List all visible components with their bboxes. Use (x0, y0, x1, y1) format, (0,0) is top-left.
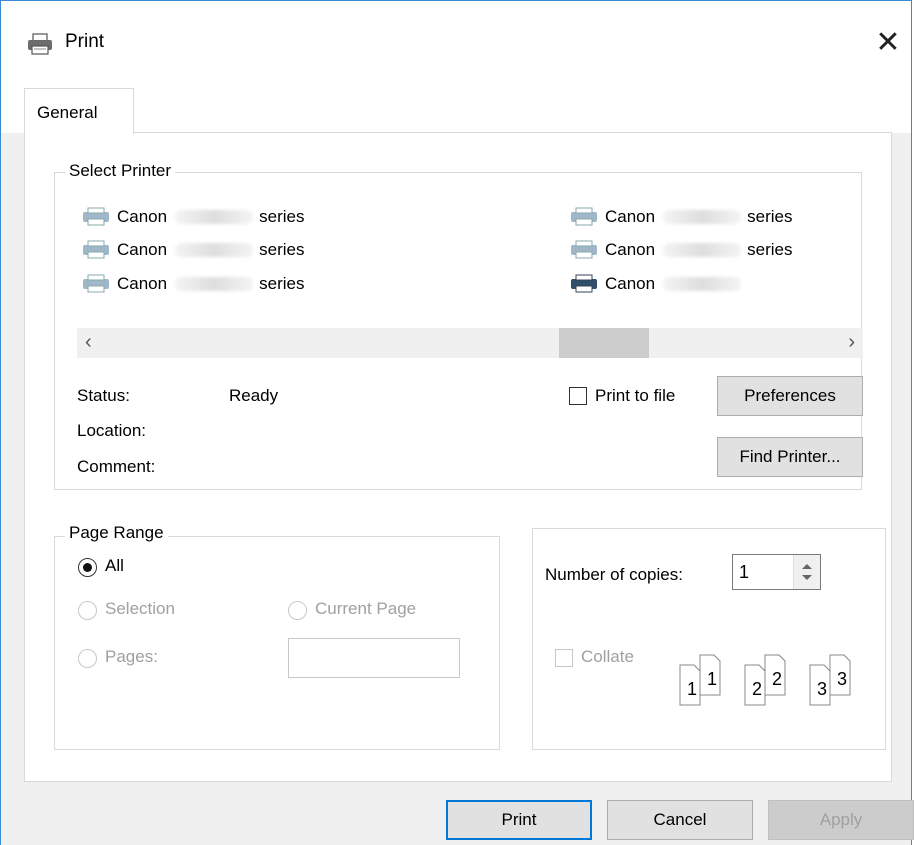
printer-item[interactable]: Canon series (81, 238, 304, 262)
current-page-radio[interactable] (288, 601, 307, 620)
printer-icon (571, 207, 597, 226)
window-title: Print (65, 31, 105, 52)
printer-icon (28, 33, 52, 55)
all-radio[interactable] (78, 558, 97, 577)
number-of-copies-label: Number of copies: (545, 565, 683, 584)
printer-model-redacted (175, 210, 254, 224)
printer-item[interactable]: Canon series (81, 272, 304, 296)
close-icon: ✕ (875, 26, 901, 59)
printer-suffix: series (747, 240, 793, 259)
page-number: 1 (687, 679, 697, 699)
printer-brand: Canon (605, 274, 656, 293)
printer-brand: Canon (117, 274, 168, 293)
printer-item[interactable]: Canon (569, 272, 747, 296)
copies-value[interactable]: 1 (739, 562, 749, 583)
print-to-file-checkbox[interactable] (569, 387, 587, 405)
collate-checkbox[interactable] (555, 649, 573, 667)
find-printer-button[interactable]: Find Printer... (717, 437, 863, 477)
printer-suffix: series (259, 274, 305, 293)
location-label: Location: (77, 421, 146, 440)
preferences-button[interactable]: Preferences (717, 376, 863, 416)
tab-strip (1, 85, 911, 133)
status-value: Ready (229, 386, 279, 405)
pages-radio[interactable] (78, 649, 97, 668)
printer-model-redacted (663, 210, 742, 224)
current-page-label[interactable]: Current Page (315, 599, 416, 619)
chevron-left-icon[interactable]: ‹ (85, 331, 92, 354)
printer-icon (83, 207, 109, 226)
print-to-file-label[interactable]: Print to file (595, 386, 675, 406)
spin-down-icon[interactable] (802, 575, 812, 580)
page-number: 3 (837, 669, 847, 689)
printer-suffix: series (259, 207, 305, 226)
spinner-buttons[interactable] (793, 555, 820, 589)
printer-model-redacted (663, 243, 742, 257)
radio-selected-dot (83, 563, 92, 572)
print-button[interactable]: Print (446, 800, 592, 840)
selection-radio[interactable] (78, 601, 97, 620)
copies-stepper[interactable]: 1 (732, 554, 821, 590)
print-dialog: Print ✕ General Select Printer Canon seri… (0, 0, 914, 845)
title-bar: Print ✕ (1, 1, 911, 85)
printer-model-redacted (175, 277, 254, 291)
collate-pages-icon: 1 1 2 2 3 3 (679, 654, 851, 706)
printer-suffix: series (747, 207, 793, 226)
selection-label[interactable]: Selection (105, 599, 175, 619)
all-label[interactable]: All (105, 556, 124, 576)
printer-icon (571, 274, 597, 293)
printer-model-redacted (663, 277, 742, 291)
collate-label[interactable]: Collate (581, 647, 634, 667)
printer-icon (83, 240, 109, 259)
spin-up-icon[interactable] (802, 564, 812, 569)
apply-button[interactable]: Apply (768, 800, 914, 840)
printer-brand: Canon (605, 207, 656, 226)
copies-group (532, 528, 886, 750)
status-label: Status: (77, 386, 130, 405)
pages-label[interactable]: Pages: (105, 647, 158, 667)
printer-list-scrollbar[interactable]: ‹ › (77, 328, 863, 358)
comment-label: Comment: (77, 457, 156, 476)
pages-input[interactable] (288, 638, 460, 678)
printer-item[interactable]: Canon series (81, 205, 304, 229)
printer-icon (571, 240, 597, 259)
cancel-button[interactable]: Cancel (607, 800, 753, 840)
tab-general[interactable]: General (24, 88, 134, 134)
scrollbar-thumb[interactable] (559, 328, 649, 358)
printer-brand: Canon (117, 207, 168, 226)
printer-model-redacted (175, 243, 254, 257)
printer-suffix: series (259, 240, 305, 259)
chevron-right-icon[interactable]: › (848, 331, 855, 354)
printer-icon (83, 274, 109, 293)
page-number: 2 (752, 679, 762, 699)
printer-brand: Canon (605, 240, 656, 259)
printer-brand: Canon (117, 240, 168, 259)
page-number: 2 (772, 669, 782, 689)
close-button[interactable]: ✕ (865, 23, 911, 63)
select-printer-legend: Select Printer (65, 161, 176, 181)
printer-item[interactable]: Canon series (569, 205, 792, 229)
page-number: 3 (817, 679, 827, 699)
printer-item[interactable]: Canon series (569, 238, 792, 262)
page-number: 1 (707, 669, 717, 689)
page-range-legend: Page Range (65, 523, 168, 543)
